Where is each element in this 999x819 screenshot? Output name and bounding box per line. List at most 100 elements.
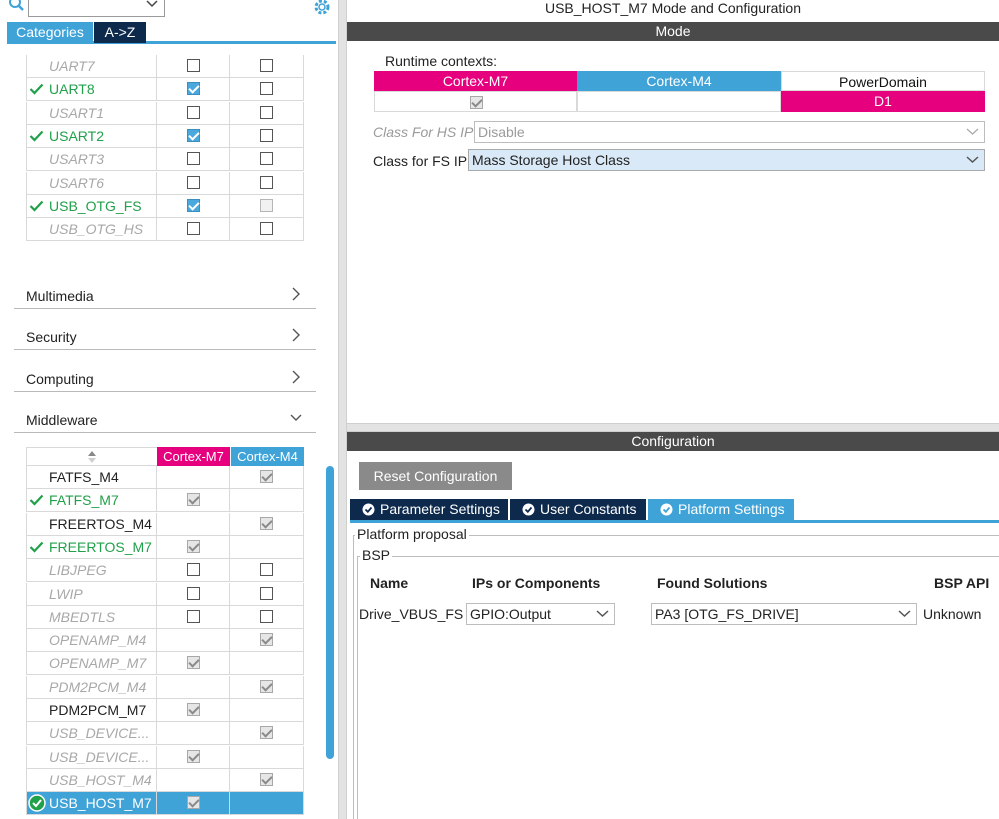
reset-configuration-button[interactable]: Reset Configuration — [359, 462, 512, 490]
sort-column-header[interactable] — [26, 447, 157, 466]
section-security[interactable]: Security — [14, 326, 316, 350]
cortex-m7-checkbox[interactable] — [187, 493, 200, 507]
cortex-m7-checkbox[interactable] — [187, 105, 200, 119]
chevron-down-icon — [898, 610, 911, 618]
cortex-m7-checkbox[interactable] — [187, 152, 200, 166]
list-item[interactable]: USART3 — [26, 148, 304, 172]
search-input[interactable] — [28, 0, 165, 17]
chevron-down-icon — [966, 156, 979, 164]
cortex-m7-checkbox[interactable] — [187, 586, 200, 600]
tab-user-constants[interactable]: User Constants — [510, 499, 646, 520]
tab-user-constants-label: User Constants — [540, 501, 637, 517]
list-item-cortex-m7-cell — [157, 101, 230, 125]
cortex-m4-checkbox[interactable] — [260, 633, 273, 647]
horizontal-splitter[interactable] — [347, 423, 999, 432]
cortex-m7-checkbox[interactable] — [187, 656, 200, 670]
cortex-m4-checkbox[interactable] — [260, 516, 273, 530]
list-item-label: FATFS_M4 — [49, 469, 119, 485]
context-m7-checkbox[interactable] — [470, 96, 483, 109]
cortex-m4-checkbox[interactable] — [260, 198, 273, 212]
cortex-m7-checkbox[interactable] — [187, 128, 200, 142]
cortex-m4-checkbox[interactable] — [260, 563, 273, 577]
section-middleware[interactable]: Middleware — [14, 409, 316, 433]
list-item-name-cell: USART1 — [26, 101, 157, 125]
cortex-m7-checkbox[interactable] — [187, 82, 200, 96]
platform-proposal-title: Platform proposal — [355, 526, 469, 542]
cortex-m4-checkbox[interactable] — [260, 586, 273, 600]
tab-parameter-settings[interactable]: Parameter Settings — [350, 499, 508, 520]
tab-categories[interactable]: Categories — [7, 22, 93, 43]
check-circle-icon — [660, 503, 673, 516]
list-item[interactable]: USB_HOST_M4 — [26, 768, 304, 792]
list-item[interactable]: LIBJPEG — [26, 559, 304, 583]
tab-platform-settings[interactable]: Platform Settings — [648, 499, 794, 520]
cortex-m7-checkbox[interactable] — [187, 539, 200, 553]
list-item-cortex-m7-cell — [157, 605, 230, 629]
list-item[interactable]: UART7 — [26, 55, 304, 78]
cortex-m7-checkbox[interactable] — [187, 222, 200, 236]
list-item[interactable]: USART1 — [26, 101, 304, 125]
cortex-m7-checkbox[interactable] — [187, 609, 200, 623]
list-item[interactable]: UART8 — [26, 78, 304, 102]
bsp-ip-select[interactable]: GPIO:Output — [466, 603, 615, 625]
search-icon[interactable] — [8, 0, 26, 14]
list-item-cortex-m4-cell — [230, 745, 304, 769]
pane-splitter[interactable] — [338, 0, 347, 819]
list-item[interactable]: FATFS_M4 — [26, 466, 304, 489]
cortex-m7-checkbox[interactable] — [187, 563, 200, 577]
right-pane: USB_HOST_M7 Mode and Configuration Mode … — [347, 0, 999, 819]
cortex-m4-checkbox[interactable] — [260, 105, 273, 119]
list-item-cortex-m7-cell — [157, 148, 230, 172]
cortex-m7-checkbox[interactable] — [187, 198, 200, 212]
cortex-m7-checkbox[interactable] — [187, 175, 200, 189]
list-item-cortex-m7-cell — [157, 489, 230, 513]
list-item[interactable]: PDM2PCM_M4 — [26, 675, 304, 699]
bsp-found-select[interactable]: PA3 [OTG_FS_DRIVE] — [651, 603, 917, 625]
fs-class-value: Mass Storage Host Class — [472, 152, 630, 168]
context-m7-cell — [374, 91, 577, 112]
gear-icon[interactable] — [312, 0, 332, 17]
cortex-m4-checkbox[interactable] — [260, 175, 273, 189]
left-pane: Categories A->Z UART7 UART8 USART1 USART2 US… — [0, 0, 338, 819]
cortex-m4-checkbox[interactable] — [260, 772, 273, 786]
cortex-m4-checkbox[interactable] — [260, 59, 273, 72]
cortex-m4-checkbox[interactable] — [260, 609, 273, 623]
list-item[interactable]: FATFS_M7 — [26, 489, 304, 513]
header-cortex-m4: Cortex-M4 — [231, 447, 304, 466]
list-item[interactable]: USB_DEVICE... — [26, 722, 304, 746]
list-item[interactable]: USB_OTG_HS — [26, 218, 304, 242]
tab-a-z[interactable]: A->Z — [94, 22, 146, 43]
cortex-m4-checkbox[interactable] — [260, 470, 273, 483]
list-item[interactable]: FREERTOS_M7 — [26, 535, 304, 559]
list-item[interactable]: USB_OTG_FS — [26, 194, 304, 218]
list-item[interactable]: USART2 — [26, 124, 304, 148]
list-item[interactable]: OPENAMP_M7 — [26, 652, 304, 676]
cortex-m4-checkbox[interactable] — [260, 726, 273, 740]
fs-class-select[interactable]: Mass Storage Host Class — [468, 149, 985, 171]
list-item[interactable]: LWIP — [26, 582, 304, 606]
cortex-m7-checkbox[interactable] — [187, 749, 200, 763]
list-item[interactable]: USB_DEVICE... — [26, 745, 304, 769]
cortex-m4-checkbox[interactable] — [260, 679, 273, 693]
cortex-m7-checkbox[interactable] — [187, 796, 200, 810]
cortex-m7-checkbox[interactable] — [187, 703, 200, 716]
list-item-label: FREERTOS_M7 — [49, 538, 152, 555]
cortex-m4-checkbox[interactable] — [260, 128, 273, 142]
list-item[interactable]: OPENAMP_M4 — [26, 629, 304, 653]
list-item[interactable]: USB_HOST_M7 — [26, 792, 304, 816]
cortex-m4-checkbox[interactable] — [260, 222, 273, 236]
cortex-m7-checkbox[interactable] — [187, 59, 200, 72]
list-item-cortex-m7-cell — [157, 652, 230, 676]
list-item[interactable]: USART6 — [26, 171, 304, 195]
section-computing[interactable]: Computing — [14, 368, 316, 392]
cortex-m4-checkbox[interactable] — [260, 152, 273, 166]
left-scrollbar[interactable] — [326, 466, 334, 759]
list-item[interactable]: PDM2PCM_M7 — [26, 699, 304, 722]
section-label: Multimedia — [26, 288, 94, 304]
list-item[interactable]: FREERTOS_M4 — [26, 512, 304, 536]
list-item-cortex-m4-cell — [230, 194, 304, 218]
cortex-m4-checkbox[interactable] — [260, 82, 273, 96]
list-item[interactable]: MBEDTLS — [26, 605, 304, 629]
hs-class-select[interactable]: Disable — [474, 121, 985, 143]
section-multimedia[interactable]: Multimedia — [14, 285, 316, 309]
